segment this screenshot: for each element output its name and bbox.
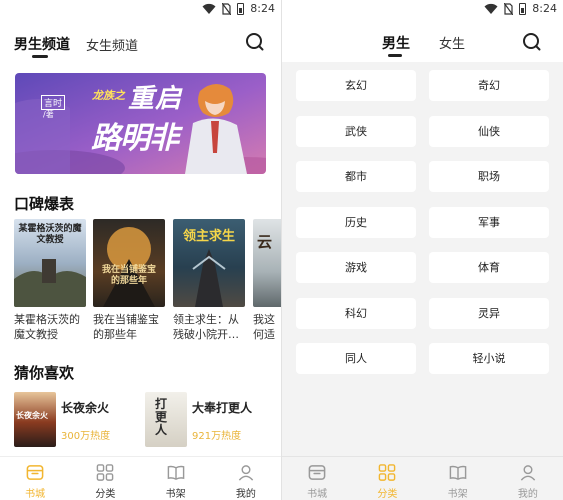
- nav-label: 我的: [235, 489, 256, 500]
- nav-item-bookshelf[interactable]: 书架: [141, 457, 211, 500]
- bookstore-screen: 8:24 男生频道 女生频道 龙族之 重启 路明非 言时 /著 口碑爆表 某霍格…: [0, 0, 281, 500]
- category-screen: 8:24 男生 女生 玄幻 奇幻 武侠 仙侠 都市 职场 历史 军事 游戏 体育 科幻 灵异 同人 轻小说…: [282, 0, 563, 500]
- book-icon: [449, 465, 466, 480]
- book-heat: 921万热度: [192, 431, 242, 442]
- cover-title: 打更人: [155, 397, 168, 437]
- category-item[interactable]: 灵异: [429, 297, 549, 329]
- nav-label: 分类: [377, 489, 398, 500]
- tab-female-channel[interactable]: 女生频道: [86, 35, 138, 54]
- search-icon[interactable]: [245, 32, 265, 52]
- cover-title: 某霍格沃茨的魔文教授: [18, 224, 82, 245]
- featured-banner[interactable]: 龙族之 重启 路明非 言时 /著: [15, 73, 266, 174]
- nav-label: 书城: [25, 489, 46, 500]
- category-item[interactable]: 职场: [429, 161, 549, 192]
- nav-label: 分类: [95, 489, 116, 500]
- nav-item-profile[interactable]: 我的: [493, 457, 563, 500]
- cover-title: 云: [257, 233, 273, 251]
- book-cover: 我在当铺鉴宝的那些年: [93, 219, 165, 307]
- nav-label: 书架: [165, 489, 186, 500]
- person-icon: [238, 465, 254, 481]
- bottom-navigation: 书城 分类 书架 我的: [0, 456, 281, 500]
- banner-title-main: 重启: [128, 84, 183, 114]
- list-item-book[interactable]: 打更人 大奉打更人 921万热度: [145, 392, 270, 452]
- status-bar: 8:24: [0, 0, 281, 20]
- book-title: 我这何适: [253, 313, 275, 341]
- book-card[interactable]: 某霍格沃茨的魔文教授 某霍格沃茨的魔文教授: [14, 219, 86, 342]
- banner-author-note: /著: [43, 110, 54, 119]
- bottom-navigation: 书城 分类 书架 我的: [282, 456, 563, 500]
- tab-female[interactable]: 女生: [439, 33, 465, 52]
- nav-item-bookshelf[interactable]: 书架: [423, 457, 493, 500]
- section-title-popular: 口碑爆表: [14, 195, 75, 213]
- grid-icon: [97, 464, 114, 481]
- banner-title-top: 龙族之: [92, 89, 125, 102]
- clock: 8:24: [532, 2, 557, 15]
- bookstore-icon: [308, 465, 326, 480]
- category-item[interactable]: 游戏: [296, 252, 416, 283]
- cover-title: 长夜余火: [16, 411, 48, 420]
- search-icon[interactable]: [522, 32, 542, 52]
- wifi-icon: [484, 3, 498, 14]
- no-sim-icon: [222, 2, 232, 15]
- battery-icon: [237, 2, 245, 15]
- category-item[interactable]: 玄幻: [296, 70, 416, 101]
- book-cover: 领主求生: [173, 219, 245, 307]
- bookstore-icon: [26, 465, 44, 480]
- nav-label: 我的: [517, 489, 538, 500]
- status-bar: 8:24: [282, 0, 563, 20]
- cover-art: [103, 227, 155, 307]
- nav-item-bookstore[interactable]: 书城: [282, 457, 352, 500]
- book-cover: 某霍格沃茨的魔文教授: [14, 219, 86, 307]
- book-cover: 云: [253, 219, 281, 307]
- gender-header: 男生 女生: [282, 20, 563, 62]
- category-item[interactable]: 科幻: [296, 297, 416, 329]
- section-title-guess: 猜你喜欢: [14, 364, 75, 382]
- book-title: 我在当铺鉴宝的那些年: [93, 313, 159, 341]
- category-item[interactable]: 都市: [296, 161, 416, 192]
- category-item[interactable]: 历史: [296, 206, 416, 238]
- category-item[interactable]: 同人: [296, 343, 416, 374]
- nav-item-category[interactable]: 分类: [70, 457, 140, 500]
- book-cover: 长夜余火: [14, 392, 56, 447]
- no-sim-icon: [504, 2, 514, 15]
- book-title: 大奉打更人: [192, 401, 253, 415]
- book-title: 某霍格沃茨的魔文教授: [14, 313, 80, 341]
- category-item[interactable]: 武侠: [296, 115, 416, 147]
- battery-icon: [519, 2, 527, 15]
- nav-item-profile[interactable]: 我的: [211, 457, 281, 500]
- channel-header: 男生频道 女生频道: [0, 20, 281, 62]
- nav-label: 书架: [447, 489, 468, 500]
- tab-indicator: [32, 55, 48, 58]
- person-icon: [520, 465, 536, 481]
- wifi-icon: [202, 3, 216, 14]
- book-card[interactable]: 领主求生 领主求生：从残破小院开…: [173, 219, 245, 342]
- nav-item-category[interactable]: 分类: [352, 457, 422, 500]
- category-item[interactable]: 军事: [429, 206, 549, 238]
- nav-item-bookstore[interactable]: 书城: [0, 457, 70, 500]
- book-icon: [167, 465, 184, 480]
- tab-indicator: [388, 54, 402, 57]
- clock: 8:24: [250, 2, 275, 15]
- book-cover: 打更人: [145, 392, 187, 447]
- category-item[interactable]: 奇幻: [429, 70, 549, 101]
- cover-title: 领主求生: [182, 229, 235, 244]
- banner-author-badge: 言时: [41, 95, 66, 110]
- category-item[interactable]: 仙侠: [429, 115, 549, 147]
- book-title: 领主求生：从残破小院开…: [173, 313, 239, 341]
- tab-male-channel[interactable]: 男生频道: [14, 34, 70, 54]
- banner-title-sub: 路明非: [91, 121, 179, 156]
- book-card[interactable]: 我在当铺鉴宝的那些年 我在当铺鉴宝的那些年: [93, 219, 165, 342]
- book-title: 长夜余火: [61, 401, 110, 415]
- book-heat: 300万热度: [61, 431, 111, 442]
- cover-title: 我在当铺鉴宝的那些年: [101, 265, 156, 286]
- list-item-book[interactable]: 长夜余火 长夜余火 300万热度: [14, 392, 139, 452]
- book-card[interactable]: 云 我这何适: [253, 219, 281, 342]
- tab-male[interactable]: 男生: [382, 33, 410, 53]
- category-item[interactable]: 体育: [429, 252, 549, 283]
- nav-label: 书城: [307, 489, 328, 500]
- category-item[interactable]: 轻小说: [429, 343, 549, 374]
- grid-icon: [379, 464, 396, 481]
